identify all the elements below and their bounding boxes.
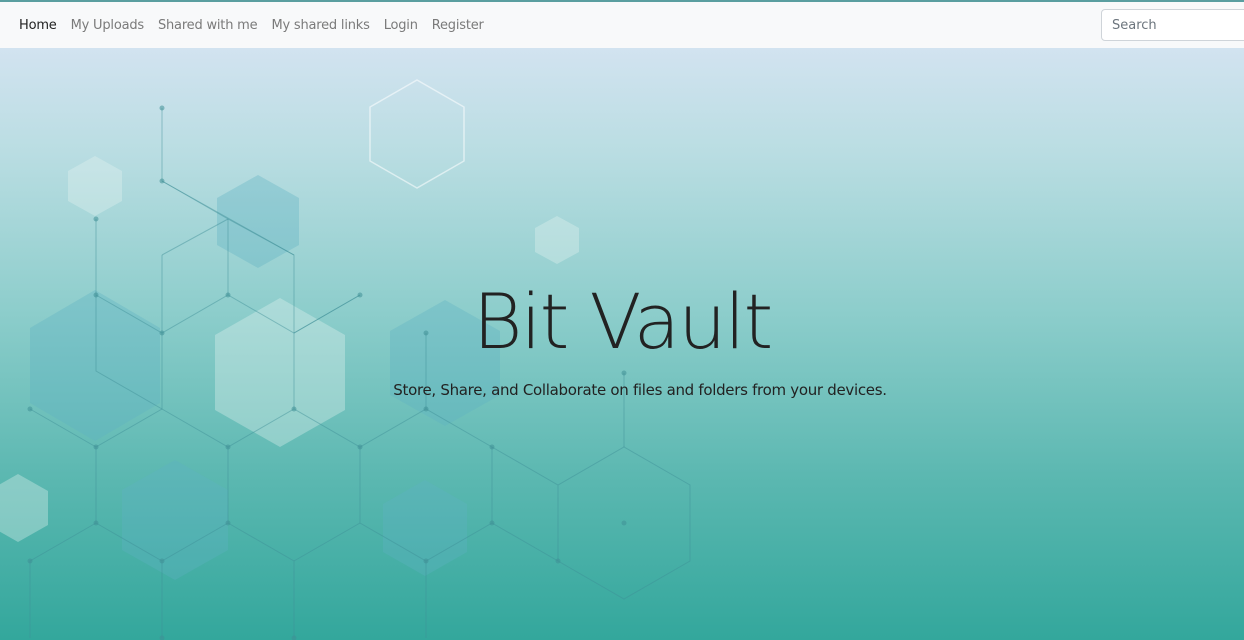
nav-link-login[interactable]: Login	[384, 18, 418, 33]
nav-link-my-shared-links[interactable]: My shared links	[271, 18, 369, 33]
nav-link-home[interactable]: Home	[19, 18, 57, 33]
nav-link-register[interactable]: Register	[432, 18, 484, 33]
nav-links: Home My Uploads Shared with me My shared…	[19, 2, 484, 48]
hero-subtitle: Store, Share, and Collaborate on files a…	[393, 381, 887, 399]
hero-section: Bit Vault Store, Share, and Collaborate …	[0, 48, 1244, 640]
hero-title: Bit Vault	[472, 277, 774, 366]
search-input[interactable]	[1101, 9, 1244, 41]
nav-link-my-uploads[interactable]: My Uploads	[71, 18, 145, 33]
nav-link-shared-with-me[interactable]: Shared with me	[158, 18, 258, 33]
top-navbar: Home My Uploads Shared with me My shared…	[0, 0, 1244, 48]
